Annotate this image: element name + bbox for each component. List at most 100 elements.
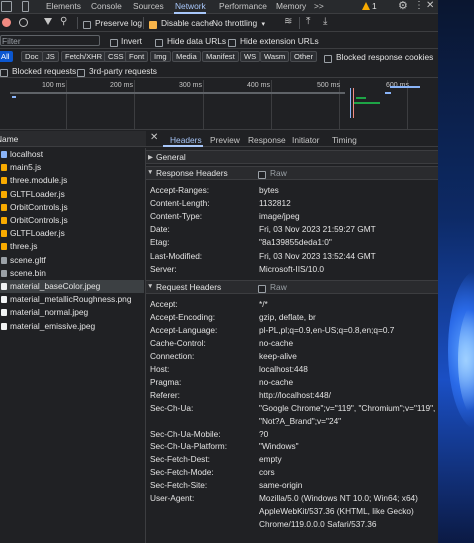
record-stop-icon[interactable] [2, 18, 11, 27]
header-value: "Google Chrome";v="119", "Chromium";v="1… [259, 402, 436, 413]
request-row[interactable]: OrbitControls.js [0, 201, 144, 214]
header-value: ?0 [259, 428, 269, 439]
tab-timing[interactable]: Timing [332, 135, 357, 145]
request-row[interactable]: scene.bin [0, 267, 144, 280]
throttling-value: No throttling [212, 18, 258, 28]
name-column-header[interactable]: Name [0, 134, 18, 144]
request-row[interactable]: GLTFLoader.js [0, 227, 144, 240]
disable-cache-checkbox[interactable] [149, 19, 157, 29]
expand-triangle-icon: ▶ [148, 154, 153, 161]
general-section-header[interactable]: ▶ General [146, 150, 438, 164]
request-row[interactable]: main5.js [0, 161, 144, 174]
response-headers-section-header[interactable]: ▼ Response Headers Raw [146, 166, 438, 180]
type-filter-all[interactable]: All [0, 51, 14, 62]
request-name: GLTFLoader.js [10, 228, 65, 239]
timeline-request-bar [385, 92, 391, 94]
tab-memory[interactable]: Memory [276, 0, 306, 13]
request-row[interactable]: localhost [0, 148, 144, 161]
header-value: Chrome/119.0.0.0 Safari/537.36 [259, 519, 377, 530]
tab-response[interactable]: Response [248, 135, 286, 145]
device-toolbar-icon[interactable] [22, 1, 29, 12]
blocked-filter-row: Blocked requests 3rd-party requests [0, 64, 438, 78]
hide-data-urls-label: Hide data URLs [167, 36, 227, 46]
tab-performance[interactable]: Performance [219, 0, 267, 13]
header-value: */* [259, 299, 268, 309]
search-icon[interactable]: ⚲ [60, 16, 67, 27]
tab-preview[interactable]: Preview [210, 135, 240, 145]
timeline-tick-500: 500 ms [317, 82, 340, 89]
import-har-icon[interactable]: ⤒ [306, 16, 310, 27]
network-conditions-icon[interactable]: ≋ [284, 16, 292, 27]
inspect-element-icon[interactable] [1, 1, 12, 12]
response-raw-label: Raw [270, 168, 287, 178]
hide-data-urls-checkbox[interactable] [155, 37, 163, 47]
request-headers-section-header[interactable]: ▼ Request Headers Raw [146, 280, 438, 294]
request-row[interactable]: material_metallicRoughness.png [0, 293, 144, 306]
header-value: "Not?A_Brand";v="24" [259, 415, 342, 426]
img-file-icon [1, 309, 7, 317]
type-filter-img[interactable]: Img [150, 51, 171, 62]
tab-sources[interactable]: Sources [133, 0, 164, 13]
more-options-icon[interactable]: ⋮ [414, 0, 424, 12]
request-row[interactable]: material_emissive.jpeg [0, 320, 144, 333]
more-tabs-button[interactable]: >> [314, 0, 324, 13]
tab-elements[interactable]: Elements [46, 0, 81, 13]
close-devtools-icon[interactable]: ✕ [426, 0, 434, 12]
img-file-icon [1, 283, 7, 290]
header-name: Accept-Ranges: [150, 185, 210, 195]
request-row[interactable]: scene.gltf [0, 254, 144, 267]
header-value: "8a139855deda1:0" [259, 237, 332, 248]
blocked-requests-label: Blocked requests [12, 66, 77, 76]
warning-icon[interactable] [362, 2, 370, 10]
response-headers-label: Response Headers [156, 168, 228, 178]
settings-gear-icon[interactable]: ⚙ [398, 1, 408, 12]
js-file-icon [1, 230, 7, 238]
header-value: image/jpeg [259, 211, 300, 222]
timeline-tick-300: 300 ms [179, 82, 202, 89]
clear-log-icon[interactable] [19, 18, 28, 27]
throttling-select[interactable]: No throttling ▾ [212, 18, 268, 28]
request-raw-checkbox[interactable] [258, 283, 266, 293]
preserve-log-checkbox[interactable] [83, 19, 91, 29]
request-row[interactable]: GLTFLoader.js [0, 188, 144, 201]
third-party-requests-checkbox[interactable] [77, 67, 85, 77]
chevron-down-icon: ▾ [261, 21, 265, 28]
type-filter-fetch-xhr[interactable]: Fetch/XHR [61, 51, 107, 62]
blocked-response-cookies-checkbox[interactable] [324, 53, 332, 63]
request-row[interactable]: three.js [0, 240, 144, 253]
request-name: material_normal.jpeg [10, 307, 89, 318]
header-name: Sec-Fetch-Mode: [150, 467, 214, 478]
type-filter-media[interactable]: Media [172, 51, 201, 62]
close-details-icon[interactable]: ✕ [150, 132, 158, 143]
tab-console[interactable]: Console [91, 0, 122, 13]
type-filter-js[interactable]: JS [42, 51, 59, 62]
warning-count: 1 [372, 1, 377, 11]
header-name: Sec-Ch-Ua-Mobile: [150, 428, 221, 439]
response-raw-checkbox[interactable] [258, 169, 266, 179]
filter-funnel-icon[interactable] [44, 18, 52, 25]
export-har-icon[interactable]: ⤓ [323, 16, 327, 27]
filter-input[interactable]: Filter [0, 35, 100, 46]
type-filter-doc[interactable]: Doc [21, 51, 43, 62]
request-row[interactable]: material_baseColor.jpeg [0, 280, 144, 293]
request-row[interactable]: material_normal.jpeg [0, 306, 144, 319]
tab-headers[interactable]: Headers [170, 135, 202, 145]
type-filter-font[interactable]: Font [125, 51, 149, 62]
type-filter-manifest[interactable]: Manifest [202, 51, 239, 62]
type-filter-wasm[interactable]: Wasm [260, 51, 290, 62]
request-name: scene.gltf [10, 254, 46, 265]
request-row[interactable]: three.module.js [0, 174, 144, 187]
tab-initiator[interactable]: Initiator [292, 135, 319, 145]
blocked-requests-checkbox[interactable] [0, 67, 8, 77]
invert-checkbox[interactable] [110, 37, 118, 47]
other-file-icon [1, 256, 7, 264]
invert-label: Invert [121, 36, 142, 46]
collapse-triangle-icon: ▼ [147, 283, 154, 290]
header-value: http://localhost:448/ [259, 389, 331, 400]
request-row[interactable]: OrbitControls.js [0, 214, 144, 227]
header-name: Accept-Language: [150, 324, 218, 335]
type-filter-other[interactable]: Other [290, 51, 317, 62]
preserve-log-label: Preserve log [95, 18, 143, 28]
type-filter-ws[interactable]: WS [240, 51, 261, 62]
hide-extension-urls-checkbox[interactable] [228, 37, 236, 47]
